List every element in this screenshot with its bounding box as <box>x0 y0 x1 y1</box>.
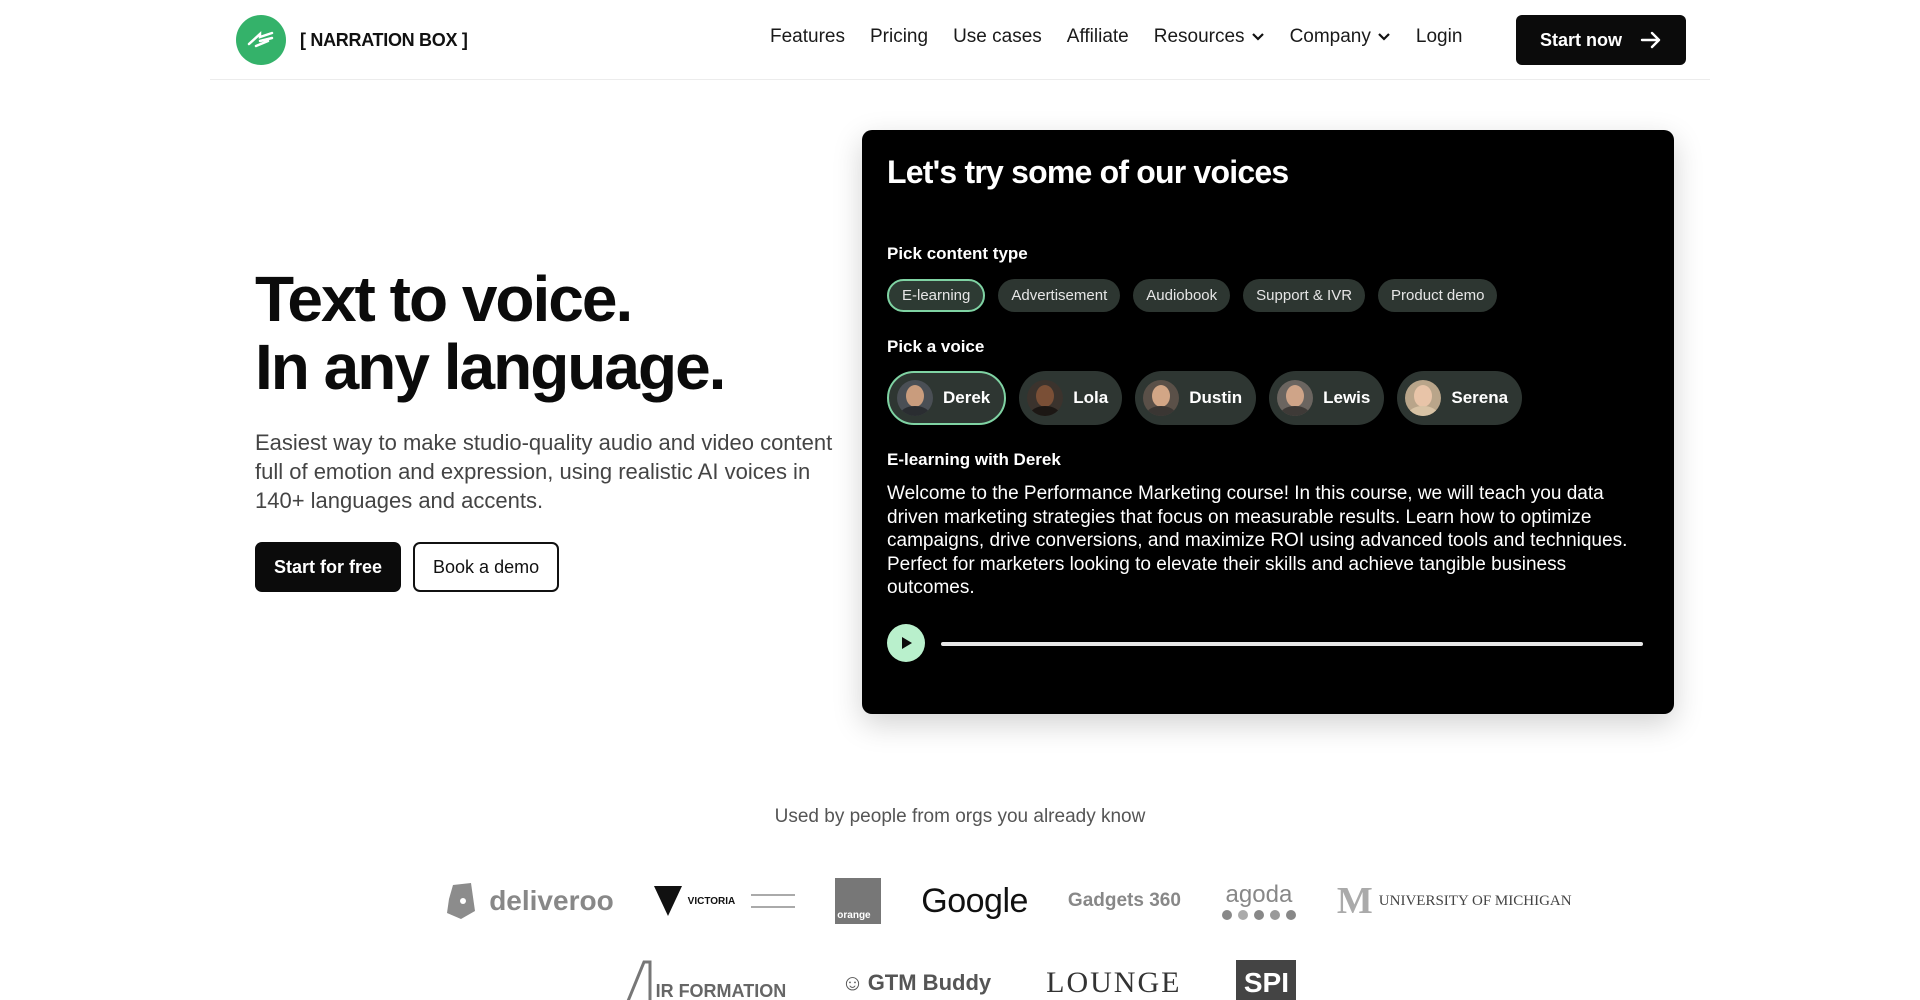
progress-track[interactable] <box>941 642 1643 646</box>
hero-subtitle: Easiest way to make studio-quality audio… <box>255 430 833 513</box>
arrow-right-icon <box>1640 31 1661 49</box>
chevron-down-icon <box>1251 33 1264 41</box>
audio-player <box>887 624 1647 662</box>
nav-pricing[interactable]: Pricing <box>870 26 928 48</box>
avatar <box>1277 380 1314 416</box>
nav-features[interactable]: Features <box>770 26 845 48</box>
voice-derek[interactable]: Derek <box>887 371 1007 425</box>
hero-buttons: Start for free Book a demo <box>255 542 560 592</box>
voice-lewis[interactable]: Lewis <box>1269 371 1385 425</box>
start-for-free-button[interactable]: Start for free <box>255 542 402 592</box>
agoda-dots-icon <box>1221 910 1296 920</box>
content-type-chips: E-learning Advertisement Audiobook Suppo… <box>887 279 1498 312</box>
nav-affiliate-label: Affiliate <box>1066 26 1129 47</box>
megaphone-icon <box>236 15 286 65</box>
orgs-heading: Used by people from orgs you already kno… <box>774 806 1146 827</box>
content-type-label: Pick content type <box>887 244 1028 263</box>
voice-name: Lewis <box>1323 388 1371 407</box>
nav-use-cases[interactable]: Use cases <box>953 26 1042 48</box>
avatar <box>897 380 933 416</box>
voice-name: Derek <box>943 388 991 407</box>
org-deliveroo-name: deliveroo <box>489 885 614 916</box>
nav-use-cases-label: Use cases <box>953 26 1042 47</box>
site-header: [ NARRATION BOX ] Features Pricing Use c… <box>210 0 1710 80</box>
air-formation-a-icon <box>626 960 652 1000</box>
voice-dustin[interactable]: Dustin <box>1135 371 1257 425</box>
nav-features-label: Features <box>770 26 845 47</box>
chip-advertisement[interactable]: Advertisement <box>998 279 1121 312</box>
voice-demo-card: Let's try some of our voices Pick conten… <box>862 130 1674 714</box>
org-spi: SPI <box>1236 960 1297 1000</box>
org-air-formation-name: IR FORMATION <box>655 980 787 1000</box>
org-gadgets360: Gadgets 360 <box>1068 890 1181 912</box>
nav-company-label: Company <box>1289 26 1371 47</box>
org-air-formation: IR FORMATION <box>624 960 787 1000</box>
michigan-m-icon: M <box>1336 880 1373 922</box>
avatar <box>1143 380 1180 416</box>
brand-logo[interactable]: [ NARRATION BOX ] <box>236 15 468 65</box>
start-now-label: Start now <box>1539 29 1622 50</box>
org-deliveroo: deliveroo <box>441 881 614 921</box>
avatar <box>1405 380 1442 416</box>
nav-login[interactable]: Login <box>1416 26 1463 48</box>
org-michigan: M UNIVERSITY OF MICHIGAN <box>1336 879 1572 923</box>
chip-support-ivr[interactable]: Support & IVR <box>1243 279 1366 312</box>
org-orange-name: orange <box>837 910 871 921</box>
org-logos-row-2: IR FORMATION ☺ GTM Buddy LOUNGE SPI <box>0 960 1920 1000</box>
voice-name: Lola <box>1073 388 1109 407</box>
org-agoda: agoda <box>1221 881 1297 921</box>
voice-lola[interactable]: Lola <box>1019 371 1123 425</box>
voice-name: Dustin <box>1189 388 1243 407</box>
org-agoda-name: agoda <box>1225 881 1293 908</box>
org-orange: orange <box>835 878 882 924</box>
brand-name: [ NARRATION BOX ] <box>300 29 468 50</box>
chip-product-demo[interactable]: Product demo <box>1378 279 1498 312</box>
victoria-triangle-icon <box>653 886 682 916</box>
main-nav: Features Pricing Use cases Affiliate Res… <box>770 26 1487 48</box>
chip-e-learning[interactable]: E-learning <box>887 279 986 312</box>
hero-title: Text to voice. In any language. <box>255 263 726 403</box>
org-victoria-name: VICTORIA <box>687 895 736 907</box>
org-gtm-buddy-name: GTM Buddy <box>867 970 992 995</box>
org-google-name: Google <box>921 881 1028 920</box>
voice-label: Pick a voice <box>887 337 985 356</box>
chip-audiobook[interactable]: Audiobook <box>1133 279 1231 312</box>
demo-title: Let's try some of our voices <box>887 154 1289 190</box>
nav-affiliate[interactable]: Affiliate <box>1067 26 1129 48</box>
org-gtm-buddy: ☺ GTM Buddy <box>841 970 991 996</box>
org-gadgets360-name: Gadgets 360 <box>1067 890 1181 911</box>
gtm-buddy-smile-icon: ☺ <box>841 970 864 995</box>
deliveroo-icon <box>447 883 476 919</box>
nav-resources[interactable]: Resources <box>1154 26 1265 48</box>
chevron-down-icon <box>1378 33 1390 41</box>
sample-text: Welcome to the Performance Marketing cou… <box>887 483 1628 598</box>
play-button[interactable] <box>887 624 925 662</box>
org-lounge-name: LOUNGE <box>1046 966 1182 999</box>
org-victoria-subtext <box>751 894 796 908</box>
org-victoria: VICTORIA <box>653 886 796 916</box>
nav-login-label: Login <box>1415 26 1463 47</box>
org-michigan-name: UNIVERSITY OF MICHIGAN <box>1378 892 1572 909</box>
nav-company[interactable]: Company <box>1290 26 1391 48</box>
voice-name: Serena <box>1451 388 1509 407</box>
nav-pricing-label: Pricing <box>869 26 929 47</box>
book-demo-button[interactable]: Book a demo <box>413 542 560 592</box>
play-icon <box>902 637 912 649</box>
org-google: Google <box>921 882 1028 921</box>
hero-title-line1: Text to voice. <box>255 263 633 335</box>
org-logos-row-1: deliveroo VICTORIA orange Google Gadgets… <box>0 878 1920 924</box>
start-now-button[interactable]: Start now <box>1516 15 1686 65</box>
org-spi-name: SPI <box>1243 967 1289 998</box>
org-lounge: LOUNGE <box>1046 966 1181 1000</box>
hero-title-line2: In any language. <box>255 331 726 403</box>
avatar <box>1027 380 1064 416</box>
voice-serena[interactable]: Serena <box>1397 371 1523 425</box>
voice-picker: Derek Lola Dustin Lewis Serena <box>887 371 1523 425</box>
sample-title: E-learning with Derek <box>887 450 1061 469</box>
nav-resources-label: Resources <box>1153 26 1245 47</box>
